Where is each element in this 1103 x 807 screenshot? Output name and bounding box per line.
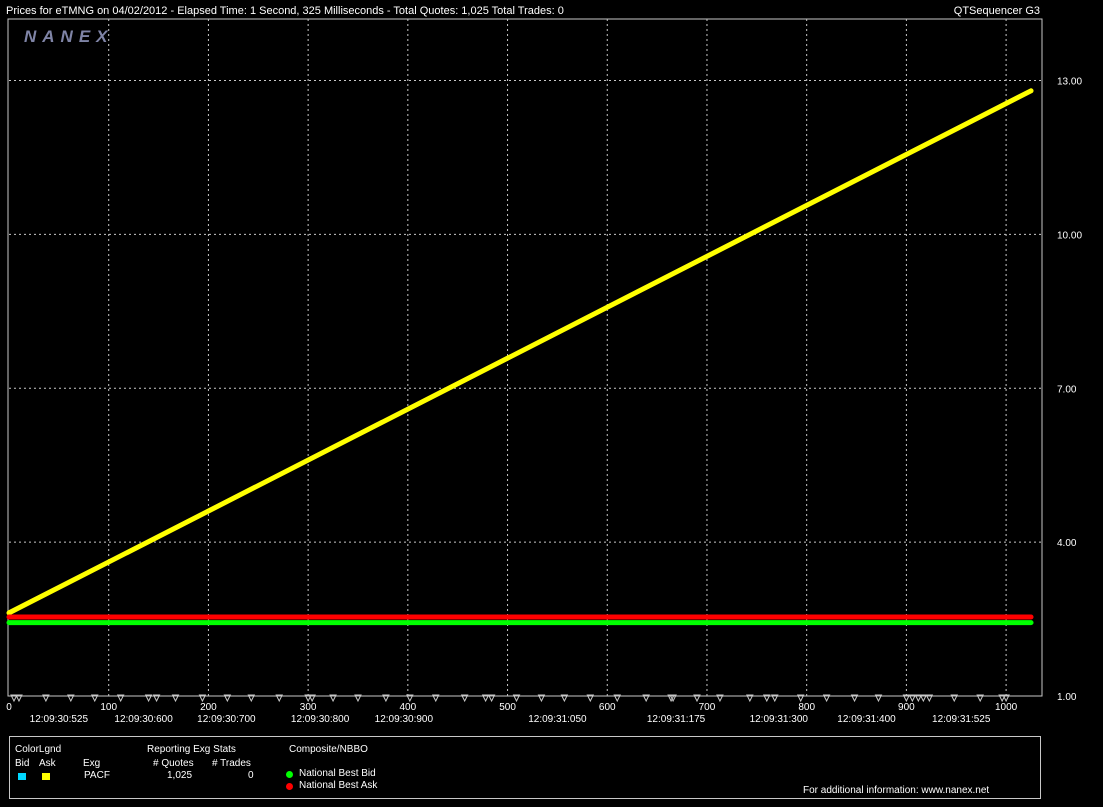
y-tick-label: 1.00 bbox=[1057, 692, 1077, 703]
ask-color-swatch bbox=[42, 773, 50, 780]
x-tick-label: 300 bbox=[300, 702, 317, 713]
nbb-dot bbox=[286, 771, 293, 778]
legend-exchange: PACF bbox=[84, 770, 110, 781]
x-tick-label: 600 bbox=[599, 702, 616, 713]
bid-color-swatch bbox=[18, 773, 26, 780]
time-tick-label: 12:09:30:900 bbox=[375, 714, 434, 725]
x-tick-label: 800 bbox=[798, 702, 815, 713]
y-tick-label: 7.00 bbox=[1057, 384, 1077, 395]
x-tick-label: 700 bbox=[699, 702, 716, 713]
x-axis-ticks: 0 100 200 300 400 500 600 700 800 900 1000 bbox=[6, 702, 1017, 713]
time-tick-label: 12:09:30:800 bbox=[291, 714, 350, 725]
legend-colorlgnd: ColorLgnd bbox=[15, 744, 62, 755]
legend-composite: Composite/NBBO bbox=[289, 744, 368, 755]
app-name: QTSequencer G3 bbox=[954, 5, 1040, 17]
y-tick-label: 10.00 bbox=[1057, 230, 1082, 241]
chart-header-title: Prices for eTMNG on 04/02/2012 - Elapsed… bbox=[6, 5, 564, 17]
x-tick-label: 400 bbox=[399, 702, 416, 713]
y-tick-label: 13.00 bbox=[1057, 77, 1082, 88]
time-tick-label: 12:09:31:050 bbox=[528, 714, 587, 725]
x-tick-label: 200 bbox=[200, 702, 217, 713]
legend-ask-label: Ask bbox=[39, 758, 56, 769]
legend-trades-header: # Trades bbox=[212, 758, 251, 769]
x-tick-label: 0 bbox=[6, 702, 12, 713]
legend-bid-label: Bid bbox=[15, 758, 30, 769]
time-tick-label: 12:09:31:175 bbox=[647, 714, 706, 725]
time-tick-label: 12:09:30:700 bbox=[197, 714, 256, 725]
legend-trades-count: 0 bbox=[248, 770, 254, 781]
x-tick-label: 1000 bbox=[995, 702, 1018, 713]
x-tick-label: 500 bbox=[499, 702, 516, 713]
nba-dot bbox=[286, 783, 293, 790]
legend-nba-label: National Best Ask bbox=[299, 780, 378, 791]
plot-area bbox=[7, 18, 1043, 697]
y-axis-ticks: 1.00 4.00 7.00 10.00 13.00 bbox=[1057, 77, 1082, 703]
legend-nbb-label: National Best Bid bbox=[299, 768, 376, 779]
x-tick-label: 100 bbox=[100, 702, 117, 713]
legend-quotes-count: 1,025 bbox=[167, 770, 193, 781]
nanex-logo: NANEX bbox=[24, 27, 114, 46]
time-tick-label: 12:09:30:525 bbox=[30, 714, 89, 725]
price-chart: Prices for eTMNG on 04/02/2012 - Elapsed… bbox=[6, 5, 1082, 725]
time-axis-ticks: 12:09:30:525 12:09:30:600 12:09:30:700 12:0… bbox=[30, 714, 991, 725]
legend-info: For additional information: www.nanex.ne… bbox=[803, 785, 990, 796]
y-tick-label: 4.00 bbox=[1057, 538, 1077, 549]
time-tick-label: 12:09:31:300 bbox=[750, 714, 809, 725]
time-tick-label: 12:09:31:525 bbox=[932, 714, 991, 725]
legend-panel: ColorLgnd Bid Ask Exg PACF Reporting Exg… bbox=[9, 736, 1041, 799]
time-tick-label: 12:09:31:400 bbox=[837, 714, 896, 725]
x-tick-label: 900 bbox=[898, 702, 915, 713]
legend-exg-label: Exg bbox=[83, 758, 101, 769]
time-tick-label: 12:09:30:600 bbox=[114, 714, 173, 725]
legend-quotes-header: # Quotes bbox=[153, 758, 194, 769]
legend-reporting-stats: Reporting Exg Stats bbox=[147, 744, 236, 755]
